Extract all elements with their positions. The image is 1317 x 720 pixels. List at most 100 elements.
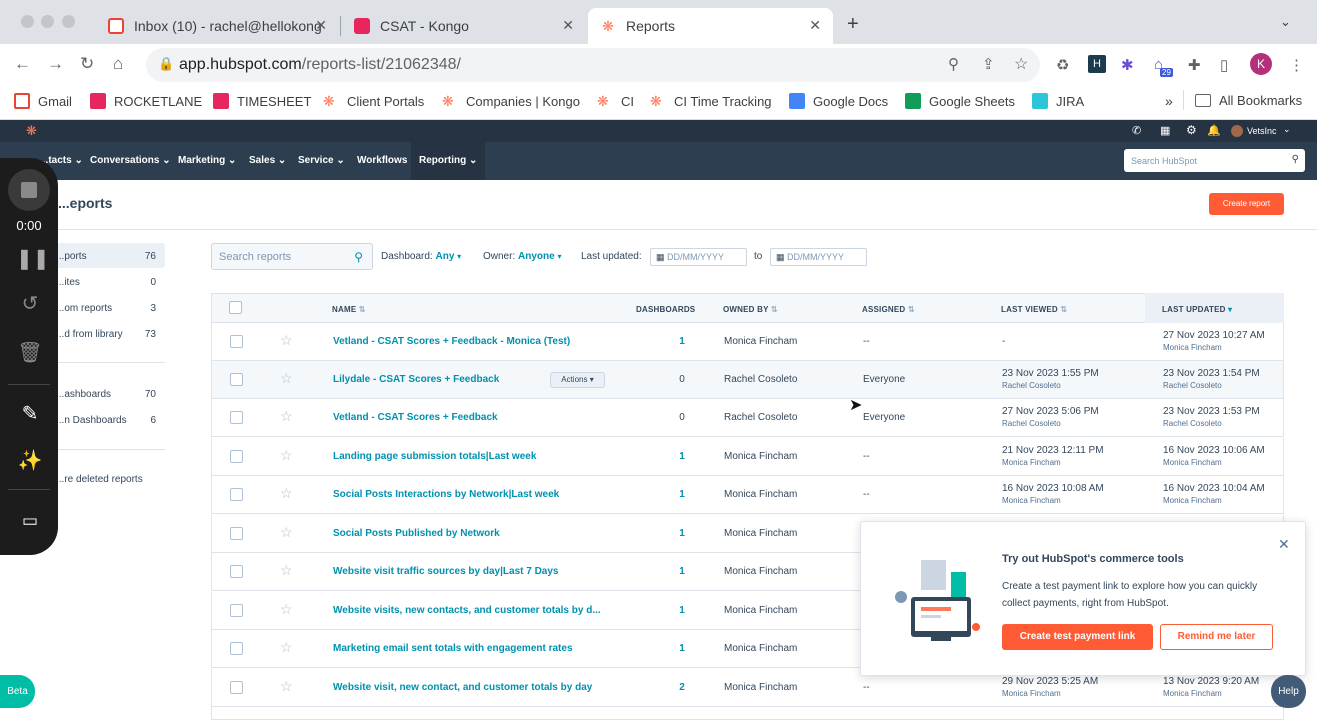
date-from-input[interactable]: ▦ DD/MM/YYYY bbox=[650, 248, 747, 266]
draw-pencil-icon[interactable]: ✎ bbox=[16, 401, 44, 426]
profile-avatar[interactable]: K bbox=[1250, 53, 1272, 75]
report-name-link[interactable]: Website visits, new contacts, and custom… bbox=[333, 605, 601, 616]
close-icon[interactable]: ✕ bbox=[562, 17, 574, 34]
table-row[interactable]: ☆ Lilydale - CSAT Scores + Feedback Acti… bbox=[211, 361, 1284, 399]
dashboards-count-link[interactable]: 1 bbox=[672, 451, 692, 462]
tab-csat-kongo[interactable]: CSAT - Kongo ✕ bbox=[342, 8, 586, 44]
window-close-button[interactable] bbox=[21, 15, 34, 28]
tab-search-icon[interactable]: ⌄ bbox=[1280, 14, 1291, 30]
bookmark-jira[interactable]: JIRA bbox=[1032, 93, 1084, 109]
account-avatar[interactable] bbox=[1231, 125, 1243, 137]
report-name-link[interactable]: Social Posts Published by Network bbox=[333, 528, 500, 539]
favorite-star-icon[interactable]: ☆ bbox=[280, 332, 293, 349]
favorite-star-icon[interactable]: ☆ bbox=[280, 447, 293, 464]
report-name-link[interactable]: Website visit traffic sources by day|Las… bbox=[333, 566, 558, 577]
column-last-updated[interactable]: LAST UPDATED ▾ bbox=[1162, 305, 1232, 314]
nav-reporting[interactable]: Reporting ⌄ bbox=[411, 142, 486, 180]
bookmark-ci-time-tracking[interactable]: ❋ CI Time Tracking bbox=[650, 93, 772, 109]
bookmark-rocketlane[interactable]: ROCKETLANE bbox=[90, 93, 202, 109]
favorite-star-icon[interactable]: ☆ bbox=[280, 562, 293, 579]
trash-icon[interactable]: 🗑 bbox=[16, 340, 44, 365]
report-name-link[interactable]: Vetland - CSAT Scores + Feedback bbox=[333, 412, 498, 423]
sidebar-item-saved-from-library[interactable]: ...d from library bbox=[56, 329, 123, 340]
row-checkbox[interactable] bbox=[230, 488, 243, 501]
bookmarks-overflow[interactable]: » bbox=[1165, 93, 1173, 109]
dashboards-count-link[interactable]: 1 bbox=[672, 528, 692, 539]
table-row[interactable]: ☆ Vetland - CSAT Scores + Feedback - Mon… bbox=[211, 323, 1284, 361]
dashboard-filter[interactable]: Dashboard: Any ▾ bbox=[381, 251, 461, 262]
bookmark-google-docs[interactable]: Google Docs bbox=[789, 93, 888, 109]
row-checkbox[interactable] bbox=[230, 450, 243, 463]
favorite-star-icon[interactable]: ☆ bbox=[280, 639, 293, 656]
row-checkbox[interactable] bbox=[230, 565, 243, 578]
share-icon[interactable]: ⇪ bbox=[982, 55, 995, 73]
table-row[interactable]: ☆ Landing page submission totals|Last we… bbox=[211, 438, 1284, 476]
bookmark-star-icon[interactable]: ☆ bbox=[1014, 54, 1028, 74]
bookmark-google-sheets[interactable]: Google Sheets bbox=[905, 93, 1015, 109]
sidebar-item-restore-deleted[interactable]: ...re deleted reports bbox=[56, 474, 143, 485]
favorite-star-icon[interactable]: ☆ bbox=[280, 408, 293, 425]
account-name[interactable]: VetsInc bbox=[1247, 126, 1277, 136]
stop-button[interactable] bbox=[8, 169, 50, 211]
notifications-bell-icon[interactable]: 🔔 bbox=[1207, 124, 1221, 137]
sidebar-item-favorites[interactable]: ...ites bbox=[56, 277, 80, 288]
window-maximize-button[interactable] bbox=[62, 15, 75, 28]
extension-asterisk-icon[interactable]: ✱ bbox=[1121, 56, 1134, 74]
nav-conversations[interactable]: Conversations ⌄ bbox=[90, 155, 171, 166]
report-name-link[interactable]: Social Posts Interactions by Network|Las… bbox=[333, 489, 559, 500]
create-test-payment-link-button[interactable]: Create test payment link bbox=[1002, 624, 1153, 650]
favorite-star-icon[interactable]: ☆ bbox=[280, 370, 293, 387]
row-checkbox[interactable] bbox=[230, 681, 243, 694]
dashboards-count-link[interactable]: 2 bbox=[672, 682, 692, 693]
help-button[interactable]: Help bbox=[1271, 675, 1306, 708]
bookmark-timesheet[interactable]: TIMESHEET bbox=[213, 93, 311, 109]
tab-reports[interactable]: ❋ Reports ✕ bbox=[588, 8, 833, 44]
marketplace-icon[interactable]: ▦ bbox=[1160, 124, 1170, 137]
favorite-star-icon[interactable]: ☆ bbox=[280, 601, 293, 618]
row-checkbox[interactable] bbox=[230, 411, 243, 424]
row-checkbox[interactable] bbox=[230, 642, 243, 655]
nav-workflows[interactable]: Workflows bbox=[357, 155, 407, 166]
table-row[interactable]: ☆ Social Posts Interactions by Network|L… bbox=[211, 476, 1284, 514]
extension-recycle-icon[interactable]: ♻ bbox=[1056, 56, 1069, 74]
column-last-viewed[interactable]: LAST VIEWED ⇅ bbox=[1001, 305, 1067, 314]
sidebar-item-custom-reports[interactable]: ...om reports bbox=[56, 303, 112, 314]
actions-dropdown-button[interactable]: Actions ▾ bbox=[550, 372, 605, 388]
hubspot-logo-icon[interactable]: ❋ bbox=[26, 123, 37, 139]
select-all-checkbox[interactable] bbox=[229, 301, 242, 314]
dashboards-count-link[interactable]: 1 bbox=[672, 566, 692, 577]
settings-gear-icon[interactable]: ⚙ bbox=[1186, 123, 1197, 137]
favorite-star-icon[interactable]: ☆ bbox=[280, 524, 293, 541]
tab-gmail[interactable]: Inbox (10) - rachel@hellokong ✕ bbox=[96, 8, 339, 44]
column-owned-by[interactable]: OWNED BY ⇅ bbox=[723, 305, 778, 314]
column-assigned[interactable]: ASSIGNED ⇅ bbox=[862, 305, 915, 314]
window-minimize-button[interactable] bbox=[41, 15, 54, 28]
home-icon[interactable]: ⌂ bbox=[113, 54, 123, 74]
table-row[interactable]: ☆ Vetland - CSAT Scores + Feedback 0 Rac… bbox=[211, 399, 1284, 437]
side-panel-icon[interactable]: ▯ bbox=[1220, 56, 1228, 74]
dashboards-count-link[interactable]: 1 bbox=[672, 605, 692, 616]
bookmark-companies-kongo[interactable]: ❋ Companies | Kongo bbox=[442, 93, 580, 109]
camera-icon[interactable]: ▭ bbox=[16, 511, 44, 531]
zoom-icon[interactable]: ⚲ bbox=[948, 55, 959, 73]
effects-sparkle-icon[interactable]: ✨ bbox=[16, 448, 44, 473]
column-name[interactable]: NAME ⇅ bbox=[332, 305, 366, 314]
owner-filter[interactable]: Owner: Anyone ▾ bbox=[483, 251, 561, 262]
forward-icon[interactable]: → bbox=[47, 54, 64, 74]
bookmark-gmail[interactable]: Gmail bbox=[14, 93, 72, 109]
beta-badge[interactable]: Beta bbox=[0, 675, 35, 708]
table-row[interactable] bbox=[211, 707, 1284, 720]
close-icon[interactable]: ✕ bbox=[1278, 536, 1290, 553]
all-bookmarks[interactable]: All Bookmarks bbox=[1195, 93, 1302, 108]
date-to-input[interactable]: ▦ DD/MM/YYYY bbox=[770, 248, 867, 266]
menu-kebab-icon[interactable]: ⋮ bbox=[1289, 56, 1304, 74]
nav-marketing[interactable]: Marketing ⌄ bbox=[178, 155, 236, 166]
row-checkbox[interactable] bbox=[230, 373, 243, 386]
pause-icon[interactable]: ❚❚ bbox=[16, 246, 50, 271]
dashboards-count-link[interactable]: 1 bbox=[672, 489, 692, 500]
restart-icon[interactable]: ↺ bbox=[16, 291, 44, 316]
report-name-link[interactable]: Website visit, new contact, and customer… bbox=[333, 682, 592, 693]
close-icon[interactable]: ✕ bbox=[809, 17, 821, 34]
address-bar[interactable]: 🔒 app.hubspot.com/reports-list/21062348/… bbox=[146, 48, 1040, 82]
close-icon[interactable]: ✕ bbox=[315, 17, 327, 34]
